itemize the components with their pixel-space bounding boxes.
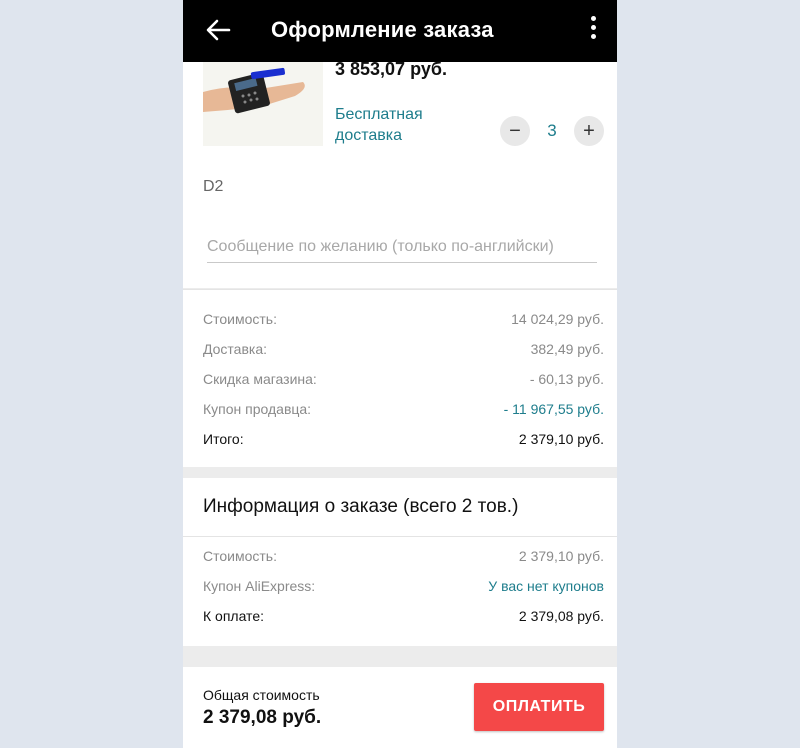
order-value: 2 379,08 руб. <box>518 608 604 624</box>
product-image[interactable] <box>203 62 323 146</box>
shipping-line-2: доставка <box>335 127 403 144</box>
shipping-line-1: Бесплатная <box>335 106 423 123</box>
price-summary: Стоимость: 14 024,29 руб. Доставка: 382,… <box>183 289 617 467</box>
summary-value: 14 024,29 руб. <box>511 311 604 327</box>
summary-label: Купон продавца: <box>203 401 312 417</box>
summary-row-seller-coupon: Купон продавца: - 11 967,55 руб. <box>203 401 604 421</box>
order-value: 2 379,10 руб. <box>518 548 604 564</box>
product-variant: D2 <box>203 178 224 195</box>
summary-label: Скидка магазина: <box>203 371 317 387</box>
order-label: К оплате: <box>203 608 264 624</box>
page-title: Оформление заказа <box>271 17 494 42</box>
summary-row-cost: Стоимость: 14 024,29 руб. <box>203 311 604 331</box>
summary-row-shipping: Доставка: 382,49 руб. <box>203 341 604 361</box>
summary-row-store-discount: Скидка магазина: - 60,13 руб. <box>203 371 604 391</box>
product-price: 3 853,07 руб. <box>335 59 447 79</box>
total-amount: 2 379,08 руб. <box>203 707 322 728</box>
phone-screen: Оформление заказа 3 853,07 руб. Бесплатн… <box>183 0 617 748</box>
more-vertical-icon[interactable] <box>583 16 603 44</box>
order-row-coupon: Купон AliExpress: У вас нет купонов <box>203 578 604 598</box>
order-info-heading: Информация о заказе (всего 2 тов.) <box>203 496 519 517</box>
summary-value: 382,49 руб. <box>530 341 604 357</box>
quantity-decrease-button[interactable]: − <box>500 116 530 146</box>
arrow-left-icon[interactable] <box>205 15 231 45</box>
checkout-bar: Общая стоимость 2 379,08 руб. ОПЛАТИТЬ <box>183 667 617 748</box>
order-row-to-pay: К оплате: 2 379,08 руб. <box>203 608 604 628</box>
divider <box>183 536 617 537</box>
summary-value: 2 379,10 руб. <box>518 431 604 447</box>
summary-label: Стоимость: <box>203 311 277 327</box>
order-info-card: Информация о заказе (всего 2 тов.) Стоим… <box>183 478 617 646</box>
total-caption: Общая стоимость <box>203 687 320 703</box>
summary-value: - 60,13 руб. <box>529 371 604 387</box>
order-label: Стоимость: <box>203 548 277 564</box>
quantity-value: 3 <box>547 121 557 140</box>
quantity-increase-button[interactable]: + <box>574 116 604 146</box>
app-bar: Оформление заказа <box>183 0 617 62</box>
seller-coupon-link[interactable]: - 11 967,55 руб. <box>504 401 604 417</box>
product-card: 3 853,07 руб. Бесплатная доставка − 3 + … <box>183 59 617 288</box>
order-row-cost: Стоимость: 2 379,10 руб. <box>203 548 604 568</box>
summary-label: Итого: <box>203 431 244 447</box>
aliexpress-coupon-link[interactable]: У вас нет купонов <box>488 578 604 594</box>
seller-message-input[interactable] <box>207 232 597 263</box>
summary-label: Доставка: <box>203 341 268 357</box>
order-label: Купон AliExpress: <box>203 578 316 594</box>
summary-row-total: Итого: 2 379,10 руб. <box>203 431 604 451</box>
pay-button[interactable]: ОПЛАТИТЬ <box>474 683 604 731</box>
shipping-info: Бесплатная доставка <box>335 104 423 146</box>
